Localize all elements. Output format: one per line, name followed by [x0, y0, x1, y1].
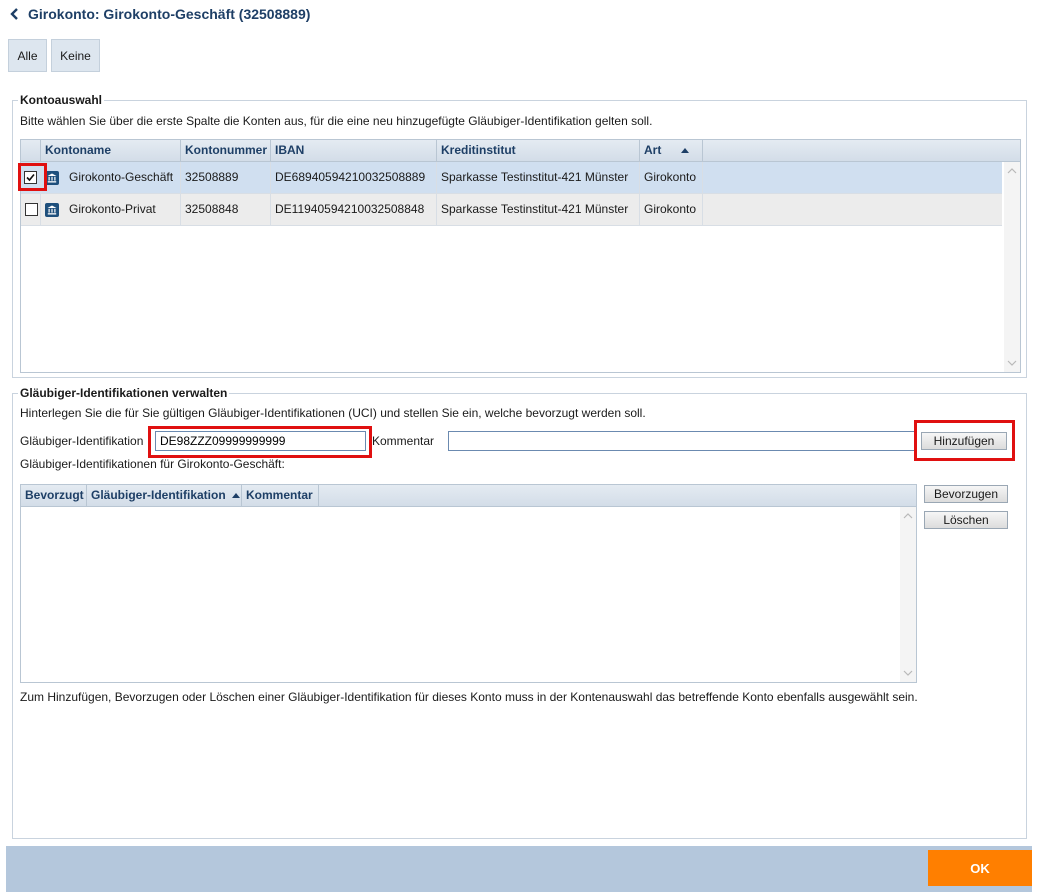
select-none-button[interactable]: Keine: [51, 39, 100, 72]
row-name-cell: Girokonto-Privat: [41, 194, 181, 225]
kontoauswahl-legend: Kontoauswahl: [18, 93, 105, 107]
account-type: Girokonto: [640, 194, 703, 225]
accounts-table-scrollbar[interactable]: [1004, 162, 1020, 372]
account-iban: DE11940594210032508848: [271, 194, 437, 225]
bank-icon: [45, 202, 59, 217]
prefer-button[interactable]: Bevorzugen: [924, 485, 1008, 503]
col-header-glaeubiger-id[interactable]: Gläubiger-Identifikation: [87, 485, 242, 506]
accounts-table: Kontoname Kontonummer IBAN Kreditinstitu…: [20, 139, 1021, 373]
sort-ascending-icon: [231, 493, 240, 498]
account-name: Girokonto-Geschäft: [69, 170, 174, 184]
col-header-kontonummer[interactable]: Kontonummer: [181, 140, 271, 161]
col-header-kontoname[interactable]: Kontoname: [41, 140, 181, 161]
account-number: 32508848: [181, 194, 271, 225]
scroll-down-icon[interactable]: [900, 666, 916, 680]
kontoauswahl-description: Bitte wählen Sie über die erste Spalte d…: [20, 114, 653, 128]
glaeubiger-note: Zum Hinzufügen, Bevorzugen oder Löschen …: [20, 690, 918, 704]
page-title: Girokonto: Girokonto-Geschäft (32508889): [28, 6, 311, 22]
add-button[interactable]: Hinzufügen: [921, 432, 1007, 450]
glaeubiger-description: Hinterlegen Sie die für Sie gültigen Glä…: [20, 406, 646, 420]
glaeubiger-table-scrollbar[interactable]: [900, 507, 916, 682]
accounts-table-header: Kontoname Kontonummer IBAN Kreditinstitu…: [21, 140, 1020, 162]
col-header-bevorzugt[interactable]: Bevorzugt: [21, 485, 87, 506]
footer-bar: [6, 846, 1032, 892]
row-checkbox-cell[interactable]: [21, 194, 41, 225]
col-header-glaeubiger-id-label: Gläubiger-Identifikation: [91, 488, 226, 502]
account-bank: Sparkasse Testinstitut-421 Münster: [437, 194, 640, 225]
glaeubiger-legend: Gläubiger-Identifikationen verwalten: [18, 386, 230, 400]
account-bank: Sparkasse Testinstitut-421 Münster: [437, 162, 640, 193]
row-checkbox-unchecked[interactable]: [25, 203, 38, 216]
scroll-up-icon[interactable]: [900, 509, 916, 523]
account-name: Girokonto-Privat: [69, 202, 156, 216]
comment-input[interactable]: [448, 431, 916, 451]
row-name-cell: Girokonto-Geschäft: [41, 162, 181, 193]
account-number: 32508889: [181, 162, 271, 193]
col-header-art-label: Art: [644, 143, 662, 157]
glaeubiger-table: Bevorzugt Gläubiger-Identifikation Komme…: [20, 484, 917, 683]
sort-ascending-icon: [681, 148, 690, 153]
glaeubiger-id-label: Gläubiger-Identifikation: [20, 434, 144, 448]
comment-label: Kommentar: [372, 434, 435, 448]
account-iban: DE68940594210032508889: [271, 162, 437, 193]
col-header-kommentar[interactable]: Kommentar: [242, 485, 319, 506]
highlight-checkbox-box: [18, 163, 47, 191]
ok-button[interactable]: OK: [928, 850, 1032, 886]
col-header-iban[interactable]: IBAN: [271, 140, 437, 161]
checkbox-column-header: [21, 140, 41, 161]
table-row[interactable]: Girokonto-Geschäft 32508889 DE6894059421…: [21, 162, 1002, 194]
scroll-up-icon[interactable]: [1004, 164, 1020, 178]
scroll-down-icon[interactable]: [1004, 356, 1020, 370]
bank-icon: [45, 170, 59, 185]
back-chevron-icon[interactable]: [8, 7, 22, 21]
glaeubiger-table-header: Bevorzugt Gläubiger-Identifikation Komme…: [21, 485, 916, 507]
delete-button[interactable]: Löschen: [924, 511, 1008, 529]
table-row[interactable]: Girokonto-Privat 32508848 DE119405942100…: [21, 194, 1002, 226]
select-all-button[interactable]: Alle: [8, 39, 47, 72]
account-type: Girokonto: [640, 162, 703, 193]
page-title-bar: Girokonto: Girokonto-Geschäft (32508889): [8, 4, 310, 24]
glaeubiger-list-title: Gläubiger-Identifikationen für Girokonto…: [20, 457, 285, 471]
col-header-art[interactable]: Art: [640, 140, 703, 161]
col-header-kreditinstitut[interactable]: Kreditinstitut: [437, 140, 640, 161]
glaeubiger-id-input[interactable]: [155, 431, 366, 451]
